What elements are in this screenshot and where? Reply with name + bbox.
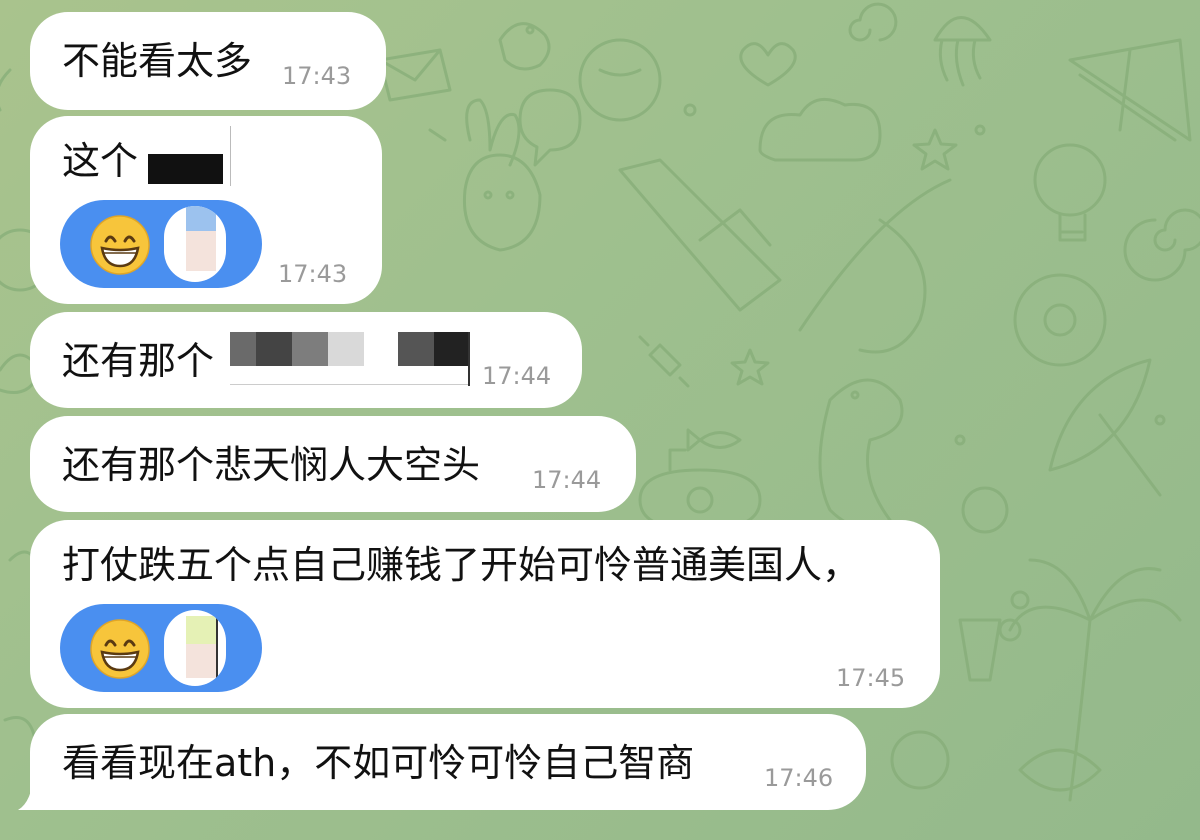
message-bubble[interactable]: 还有那个悲天悯人大空头 17:44 bbox=[30, 416, 636, 512]
redacted-content bbox=[148, 154, 223, 184]
message-time: 17:46 bbox=[764, 764, 834, 792]
message-time: 17:44 bbox=[482, 362, 552, 390]
message-text: 看看现在ath，不如可怜可怜自己智商 bbox=[62, 741, 695, 785]
message-bubble[interactable]: 不能看太多 17:43 bbox=[30, 12, 386, 110]
message-bubble[interactable]: 还有那个 17:44 bbox=[30, 312, 582, 408]
reaction-button[interactable] bbox=[60, 200, 262, 288]
message-bubble[interactable]: 这个 17:43 bbox=[30, 116, 382, 304]
message-time: 17:43 bbox=[278, 260, 348, 288]
message-list[interactable]: 不能看太多 17:43 这个 17:43 还有那个 17:44 还有那个悲天悯人… bbox=[0, 0, 1200, 840]
bubble-tail bbox=[18, 772, 54, 810]
message-text: 不能看太多 bbox=[62, 39, 253, 83]
grinning-face-emoji-icon bbox=[90, 619, 150, 679]
message-text: 这个 bbox=[62, 139, 139, 183]
message-text: 打仗跌五个点自己赚钱了开始可怜普通美国人， bbox=[62, 543, 861, 587]
message-time: 17:45 bbox=[836, 664, 906, 692]
message-bubble[interactable]: 打仗跌五个点自己赚钱了开始可怜普通美国人， 17:45 bbox=[30, 520, 940, 708]
redaction-edge bbox=[230, 126, 231, 186]
message-bubble[interactable]: 看看现在ath，不如可怜可怜自己智商 17:46 bbox=[30, 714, 866, 810]
message-time: 17:44 bbox=[532, 466, 602, 494]
grinning-face-emoji-icon bbox=[90, 215, 150, 275]
message-text: 还有那个 bbox=[62, 339, 215, 383]
message-text: 还有那个悲天悯人大空头 bbox=[62, 443, 481, 487]
reaction-button[interactable] bbox=[60, 604, 262, 692]
redacted-content bbox=[230, 332, 470, 386]
reactor-avatar bbox=[164, 610, 226, 686]
reactor-avatar bbox=[164, 206, 226, 282]
message-time: 17:43 bbox=[282, 62, 352, 90]
